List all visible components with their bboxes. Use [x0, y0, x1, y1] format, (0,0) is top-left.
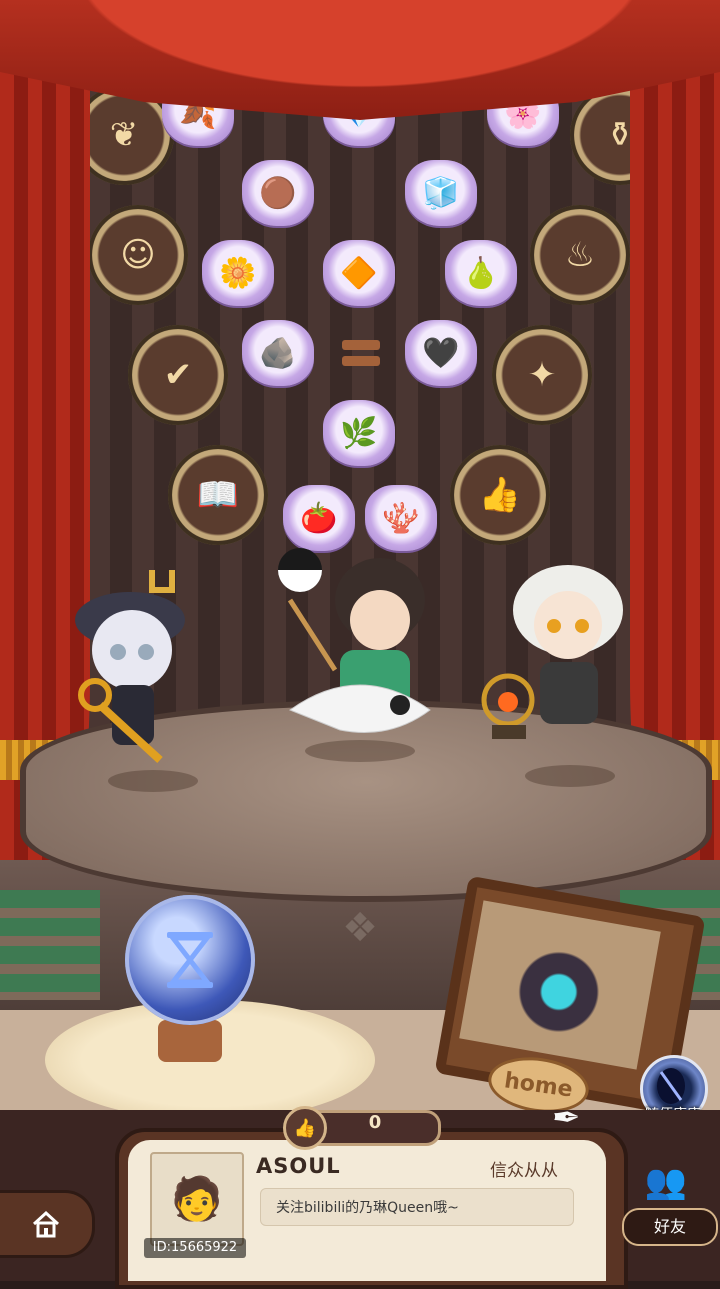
signature-text: 关注bilibili的乃琳Queen哦~	[276, 1200, 459, 1216]
medallion-cauldron[interactable]: ♨	[530, 205, 630, 305]
pear-icon: 🍐	[462, 255, 500, 291]
dark-shard-icon: 🖤	[422, 335, 460, 371]
player-name: ASOUL	[256, 1154, 341, 1178]
ingredient-salt[interactable]: 🧊	[405, 160, 477, 226]
equals-icon	[342, 340, 380, 376]
player-id: ID:15665922	[144, 1238, 246, 1258]
ingredient-lily[interactable]: 🌼	[202, 240, 274, 306]
house-icon	[32, 1210, 60, 1238]
amber-stone-icon: 🔶	[340, 255, 378, 291]
ingredient-silver-ore[interactable]: 🪨	[242, 320, 314, 386]
lily-icon: 🌼	[219, 255, 257, 291]
silver-ore-icon: 🪨	[259, 335, 297, 371]
tomato-icon: 🍅	[300, 500, 338, 536]
hourglass-orb-button[interactable]	[125, 895, 255, 1025]
medallion-fairy[interactable]: ✦	[492, 325, 592, 425]
medallion-thumbs-up[interactable]: 👍	[450, 445, 550, 545]
character-fisher[interactable]	[270, 540, 450, 750]
avatar-character-icon: 🧑	[170, 1174, 224, 1223]
medallion-scroll[interactable]: ✔	[128, 325, 228, 425]
fisher-character-icon	[278, 548, 431, 733]
quill-edit-icon[interactable]: ✒	[552, 1098, 612, 1144]
witch-character-icon	[75, 570, 185, 763]
like-button[interactable]: 👍	[283, 1106, 327, 1150]
ingredient-dirt[interactable]: 🟤	[242, 160, 314, 226]
coral-icon: 🪸	[382, 500, 420, 536]
ingredient-pear[interactable]: 🍐	[445, 240, 517, 306]
ingredient-amber[interactable]: 🔶	[323, 240, 395, 306]
herb-icon: 🌿	[340, 415, 378, 451]
ingredient-herb[interactable]: 🌿	[323, 400, 395, 466]
dirt-icon: 🟤	[259, 175, 297, 211]
friends-icon: 👥	[644, 1162, 688, 1202]
medallion-book[interactable]: 📖	[168, 445, 268, 545]
character-lantern-girl[interactable]	[478, 550, 648, 765]
ingredient-dark-shard[interactable]: 🖤	[405, 320, 477, 386]
friends-button[interactable]: 好友	[622, 1208, 718, 1246]
player-title: 信众从从	[490, 1161, 558, 1181]
character-witch-key[interactable]	[60, 560, 210, 770]
salt-icon: 🧊	[422, 175, 460, 211]
like-count: 0	[368, 1112, 382, 1133]
lantern-girl-character-icon	[481, 565, 623, 739]
orb-stand	[158, 1020, 222, 1062]
avatar[interactable]: 🧑	[150, 1152, 244, 1246]
character-shadow	[108, 770, 198, 792]
stairs-left	[0, 890, 100, 1000]
character-shadow	[525, 765, 615, 787]
home-button[interactable]	[0, 1190, 95, 1258]
stage-ornament-icon: ❖	[342, 905, 378, 951]
thumbs-up-icon: 👍	[293, 1117, 317, 1139]
medallion-face[interactable]: ☺	[88, 205, 188, 305]
hourglass-icon	[167, 932, 213, 988]
